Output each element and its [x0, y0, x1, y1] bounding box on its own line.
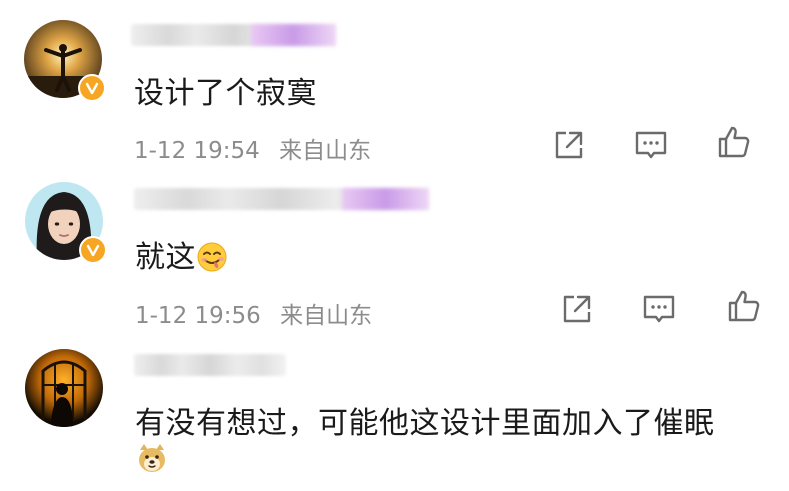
comment-location: 来自山东: [280, 303, 373, 329]
comment-date: 1-12 19:56: [135, 303, 261, 329]
comment-text: 设计了个寂寞: [134, 76, 317, 111]
yummy-face-emoji: [196, 241, 228, 281]
username-obscured[interactable]: [134, 354, 286, 376]
reply-icon[interactable]: [642, 292, 676, 326]
doge-emoji: [136, 442, 168, 474]
like-icon[interactable]: [726, 288, 760, 322]
comment-date: 1-12 19:54: [134, 138, 260, 164]
comment-meta: 1-12 19:56 来自山东: [135, 296, 372, 330]
avatar[interactable]: [25, 349, 103, 427]
comment-meta: 1-12 19:54 来自山东: [134, 131, 371, 165]
username-obscured[interactable]: [134, 188, 429, 210]
share-icon[interactable]: [552, 128, 586, 162]
comment-text: 就这: [135, 232, 228, 281]
comment-item: 设计了个寂寞 1-12 19:54 来自山东: [0, 0, 789, 170]
comment-text: 有没有想过，可能他这设计里面加入了催眠: [135, 406, 715, 441]
reply-icon[interactable]: [634, 128, 668, 162]
comment-location: 来自山东: [279, 138, 372, 164]
like-icon[interactable]: [716, 124, 750, 158]
comment-item: 有没有想过，可能他这设计里面加入了催眠: [0, 340, 789, 491]
username-obscured[interactable]: [131, 24, 336, 46]
verified-badge-icon: [78, 74, 106, 102]
share-icon[interactable]: [560, 292, 594, 326]
verified-badge-icon: [79, 236, 107, 264]
comment-item: 就这 1-12 19:56 来自山东: [0, 170, 789, 340]
